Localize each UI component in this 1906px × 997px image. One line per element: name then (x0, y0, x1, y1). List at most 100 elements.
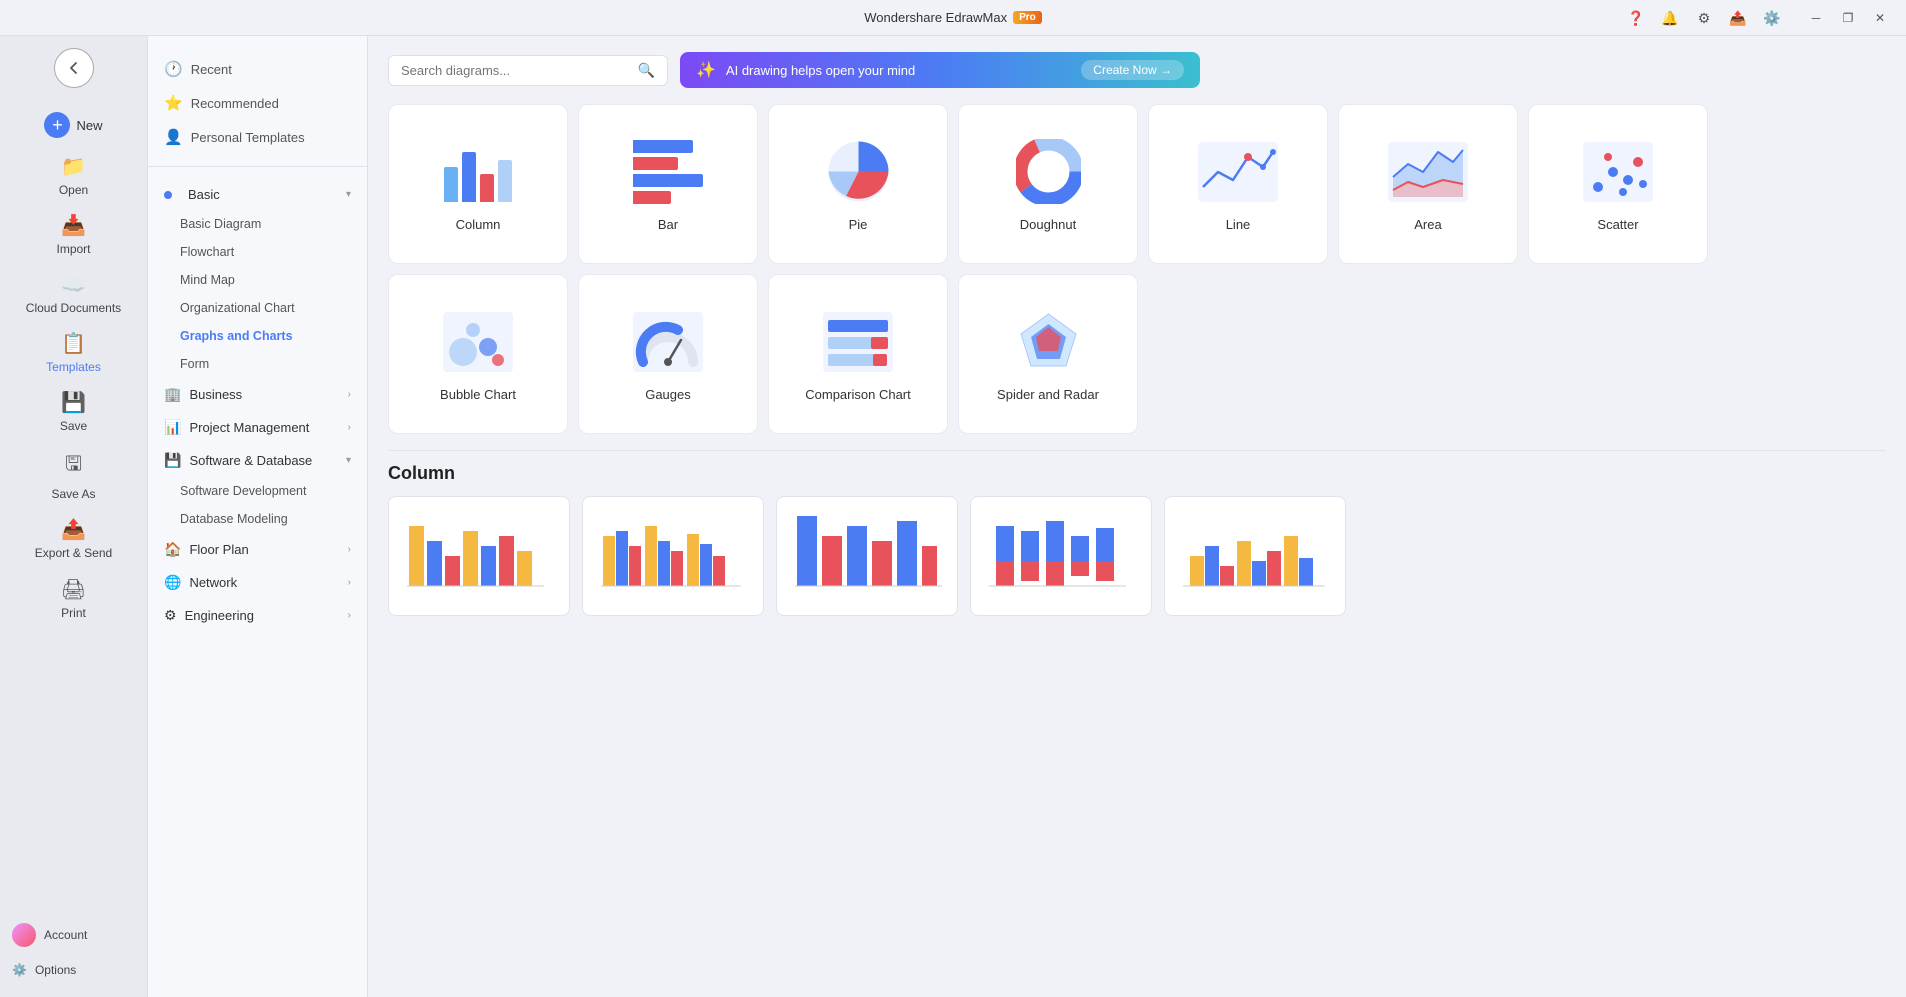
floor-icon: 🏠 (164, 541, 181, 558)
column-card-label: Column (456, 217, 501, 232)
comparison-card-label: Comparison Chart (805, 387, 911, 402)
chart-card-comparison[interactable]: Comparison Chart (768, 274, 948, 434)
app-title-text: Wondershare EdrawMax (864, 10, 1007, 25)
column-section: Column (388, 463, 1886, 616)
sidebar-item-save-as[interactable]: 🖫 Save As (0, 441, 147, 509)
sidebar-item-db-model[interactable]: Database Modeling (148, 505, 367, 533)
form-label: Form (180, 357, 209, 371)
sidebar-item-import[interactable]: 📥 Import (0, 205, 147, 264)
area-chart-icon (1388, 137, 1468, 207)
chart-card-pie[interactable]: Pie (768, 104, 948, 264)
sidebar-item-cloud[interactable]: ☁️ Cloud Documents (0, 264, 147, 323)
sidebar-item-form[interactable]: Form (148, 350, 367, 378)
bubble-card-label: Bubble Chart (440, 387, 516, 402)
import-icon: 📥 (61, 213, 86, 238)
bar-chart-icon (628, 137, 708, 207)
sidebar-basic-header[interactable]: Basic ▾ (148, 179, 367, 210)
maximize-button[interactable]: ❐ (1834, 4, 1862, 32)
ai-create-button[interactable]: Create Now → (1081, 60, 1184, 80)
back-button[interactable] (54, 48, 94, 88)
top-right-icons: ❓ 🔔 ⚙ 📤 ⚙️ (1622, 0, 1786, 36)
sidebar-recent[interactable]: 🕐 Recent (148, 52, 367, 86)
sidebar-recommended[interactable]: ⭐ Recommended (148, 86, 367, 120)
gauges-card-label: Gauges (645, 387, 691, 402)
area-card-label: Area (1414, 217, 1441, 232)
main-content: 🔍 ✨ AI drawing helps open your mind Crea… (368, 36, 1906, 997)
template-card-1[interactable] (388, 496, 570, 616)
print-label: Print (61, 606, 86, 620)
personal-label: Personal Templates (191, 130, 305, 145)
chart-card-gauges[interactable]: Gauges (578, 274, 758, 434)
section-divider (388, 450, 1886, 451)
help-icon[interactable]: ❓ (1622, 4, 1650, 32)
close-button[interactable]: ✕ (1866, 4, 1894, 32)
ai-banner[interactable]: ✨ AI drawing helps open your mind Create… (680, 52, 1200, 88)
template-card-4[interactable] (970, 496, 1152, 616)
save-label: Save (60, 419, 87, 433)
chart-card-bar[interactable]: Bar (578, 104, 758, 264)
sidebar-network-header[interactable]: 🌐 Network › (148, 566, 367, 599)
chart-card-line[interactable]: Line (1148, 104, 1328, 264)
sidebar-project-header[interactable]: 📊 Project Management › (148, 411, 367, 444)
cloud-label: Cloud Documents (26, 301, 121, 315)
sidebar-floor-header[interactable]: 🏠 Floor Plan › (148, 533, 367, 566)
sidebar-business-header[interactable]: 🏢 Business › (148, 378, 367, 411)
basic-dot (164, 191, 172, 199)
notification-icon[interactable]: 🔔 (1656, 4, 1684, 32)
share-icon[interactable]: 📤 (1724, 4, 1752, 32)
sidebar-item-print[interactable]: 🖨 Print (0, 569, 147, 628)
minimize-button[interactable]: ─ (1802, 4, 1830, 32)
sw-dev-label: Software Development (180, 484, 306, 498)
sidebar-item-sw-dev[interactable]: Software Development (148, 477, 367, 505)
chart-card-column[interactable]: Column (388, 104, 568, 264)
graphs-label: Graphs and Charts (180, 329, 293, 343)
account-button[interactable]: Account (0, 915, 147, 955)
network-chevron: › (348, 577, 351, 588)
chart-type-grid: Column Bar (388, 104, 1886, 434)
options-button[interactable]: ⚙️ Options (0, 955, 147, 985)
app-title: Wondershare EdrawMax Pro (864, 10, 1042, 25)
template-card-2[interactable] (582, 496, 764, 616)
sidebar-item-templates[interactable]: 📋 Templates (0, 323, 147, 382)
community-icon[interactable]: ⚙ (1690, 4, 1718, 32)
settings-icon[interactable]: ⚙️ (1758, 4, 1786, 32)
title-bar: Wondershare EdrawMax Pro ❓ 🔔 ⚙ 📤 ⚙️ ─ ❐ … (0, 0, 1906, 36)
doughnut-chart-icon (1008, 137, 1088, 207)
pro-badge: Pro (1013, 11, 1042, 24)
templates-label: Templates (46, 360, 101, 374)
line-chart-icon (1198, 137, 1278, 207)
sidebar-item-save[interactable]: 💾 Save (0, 382, 147, 441)
sidebar-personal[interactable]: 👤 Personal Templates (148, 120, 367, 154)
chart-card-doughnut[interactable]: Doughnut (958, 104, 1138, 264)
sidebar-item-basic-diagram[interactable]: Basic Diagram (148, 210, 367, 238)
network-icon: 🌐 (164, 574, 181, 591)
project-label: Project Management (189, 420, 309, 435)
scatter-card-label: Scatter (1597, 217, 1638, 232)
sidebar-item-export[interactable]: 📤 Export & Send (0, 509, 147, 568)
chart-card-area[interactable]: Area (1338, 104, 1518, 264)
software-icon: 💾 (164, 452, 181, 469)
scatter-chart-icon (1578, 137, 1658, 207)
comparison-chart-icon (818, 307, 898, 377)
save-as-label: Save As (51, 487, 95, 501)
chart-card-bubble[interactable]: Bubble Chart (388, 274, 568, 434)
sidebar-item-open[interactable]: 📁 Open (0, 146, 147, 205)
basic-chevron: ▾ (346, 189, 351, 200)
personal-icon: 👤 (164, 128, 183, 146)
search-input[interactable] (401, 63, 630, 78)
save-icon: 💾 (61, 390, 86, 415)
template-card-3[interactable] (776, 496, 958, 616)
sidebar-engineering-header[interactable]: ⚙ Engineering › (148, 599, 367, 632)
new-button[interactable]: + New (0, 104, 147, 146)
template-card-5[interactable] (1164, 496, 1346, 616)
sidebar-item-org-chart[interactable]: Organizational Chart (148, 294, 367, 322)
chart-card-scatter[interactable]: Scatter (1528, 104, 1708, 264)
recommended-label: Recommended (191, 96, 279, 111)
search-icon: 🔍 (638, 62, 655, 79)
sidebar-item-mind-map[interactable]: Mind Map (148, 266, 367, 294)
basic-label: Basic (188, 187, 220, 202)
chart-card-spider[interactable]: Spider and Radar (958, 274, 1138, 434)
sidebar-item-flowchart[interactable]: Flowchart (148, 238, 367, 266)
sidebar-item-graphs[interactable]: Graphs and Charts (148, 322, 367, 350)
sidebar-software-header[interactable]: 💾 Software & Database ▾ (148, 444, 367, 477)
